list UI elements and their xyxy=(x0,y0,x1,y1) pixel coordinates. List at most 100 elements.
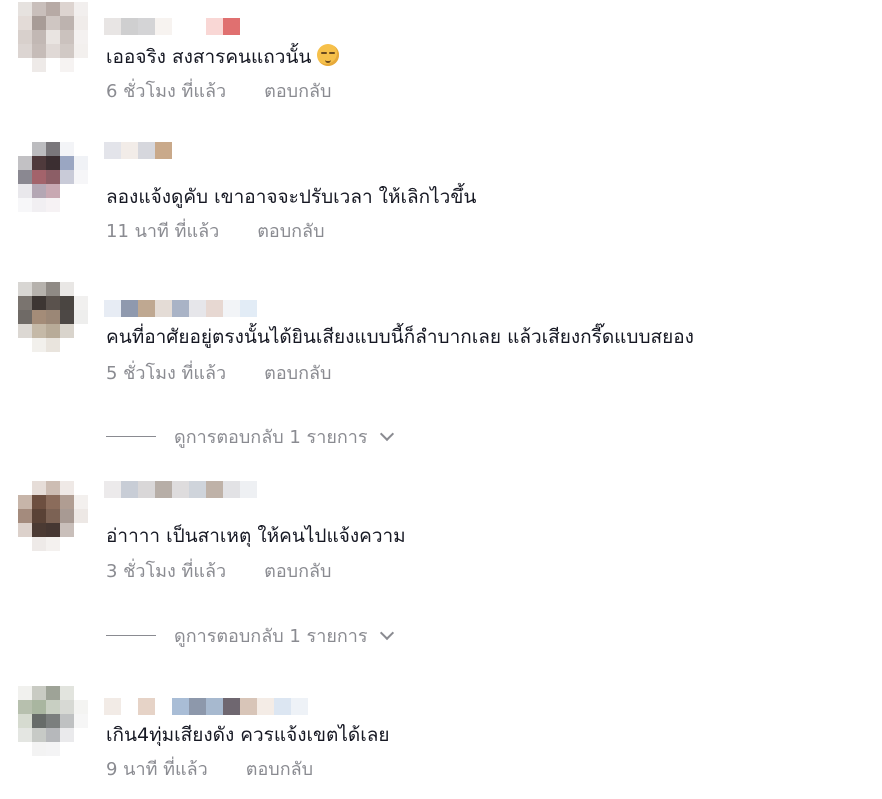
avatar-pixel xyxy=(18,170,32,184)
avatar-pixel xyxy=(74,728,88,742)
avatar-pixel xyxy=(46,296,60,310)
avatar-pixel xyxy=(18,58,32,72)
avatar-pixel xyxy=(46,58,60,72)
avatar-pixel xyxy=(32,30,46,44)
divider xyxy=(106,436,156,437)
avatar-pixel xyxy=(60,296,74,310)
avatar-pixel xyxy=(46,142,60,156)
avatar-pixel xyxy=(74,495,88,509)
avatar[interactable] xyxy=(18,481,88,551)
avatar-pixel xyxy=(46,728,60,742)
avatar-pixel xyxy=(18,142,32,156)
avatar-pixel xyxy=(60,310,74,324)
username-pixel xyxy=(240,300,257,317)
avatar[interactable] xyxy=(18,686,88,756)
avatar-pixel xyxy=(18,338,32,352)
avatar-pixel xyxy=(18,16,32,30)
avatar-pixel xyxy=(32,282,46,296)
username-pixel xyxy=(189,300,206,317)
username-pixel xyxy=(121,18,138,35)
username-pixel xyxy=(138,142,155,159)
avatar-pixel xyxy=(46,523,60,537)
avatar-pixel xyxy=(18,700,32,714)
avatar-pixel xyxy=(74,714,88,728)
username-pixel xyxy=(121,300,138,317)
avatar-pixel xyxy=(46,44,60,58)
avatar-pixel xyxy=(60,198,74,212)
avatar-pixel xyxy=(32,686,46,700)
avatar-pixel xyxy=(60,537,74,551)
avatar-pixel xyxy=(32,184,46,198)
avatar-pixel xyxy=(32,523,46,537)
avatar-pixel xyxy=(74,142,88,156)
username[interactable] xyxy=(104,142,172,159)
avatar-pixel xyxy=(18,742,32,756)
avatar-pixel xyxy=(46,310,60,324)
avatar-pixel xyxy=(46,184,60,198)
avatar-pixel xyxy=(60,156,74,170)
username-pixel xyxy=(138,698,155,715)
username-pixel xyxy=(223,18,240,35)
username-pixel xyxy=(206,698,223,715)
avatar[interactable] xyxy=(18,2,88,72)
avatar-pixel xyxy=(74,310,88,324)
avatar-pixel xyxy=(60,338,74,352)
avatar-pixel xyxy=(60,324,74,338)
avatar-pixel xyxy=(60,170,74,184)
avatar-pixel xyxy=(32,537,46,551)
username-pixel xyxy=(189,18,206,35)
username-pixel xyxy=(223,698,240,715)
comment-meta: 5 ชั่วโมง ที่แล้ว ตอบกลับ xyxy=(106,362,331,386)
avatar-pixel xyxy=(18,156,32,170)
username[interactable] xyxy=(104,698,308,715)
avatar-pixel xyxy=(32,44,46,58)
username-pixel xyxy=(104,142,121,159)
avatar-pixel xyxy=(60,44,74,58)
avatar-pixel xyxy=(60,700,74,714)
reply-button[interactable]: ตอบกลับ xyxy=(264,560,331,584)
avatar-pixel xyxy=(32,58,46,72)
username[interactable] xyxy=(104,300,257,317)
view-replies-button[interactable]: ดูการตอบกลับ 1 รายการ xyxy=(106,621,394,650)
avatar-pixel xyxy=(46,537,60,551)
username[interactable] xyxy=(104,481,257,498)
avatar-pixel xyxy=(18,310,32,324)
username[interactable] xyxy=(104,18,240,35)
avatar-pixel xyxy=(60,58,74,72)
reply-button[interactable]: ตอบกลับ xyxy=(264,80,331,104)
timestamp: 5 ชั่วโมง ที่แล้ว xyxy=(106,363,227,384)
username-pixel xyxy=(223,481,240,498)
avatar-pixel xyxy=(46,714,60,728)
avatar-pixel xyxy=(74,282,88,296)
avatar-pixel xyxy=(46,324,60,338)
avatar-pixel xyxy=(60,282,74,296)
username-pixel xyxy=(155,300,172,317)
username-pixel xyxy=(206,481,223,498)
avatar-pixel xyxy=(18,686,32,700)
avatar-pixel xyxy=(46,509,60,523)
avatar-pixel xyxy=(46,282,60,296)
avatar-pixel xyxy=(46,16,60,30)
comment-text: ลองแจ้งดูคับ เขาอาจจะปรับเวลา ให้เลิกไวข… xyxy=(106,186,477,208)
avatar-pixel xyxy=(32,338,46,352)
avatar-pixel xyxy=(46,170,60,184)
avatar-pixel xyxy=(46,686,60,700)
avatar-pixel xyxy=(74,156,88,170)
username-pixel xyxy=(121,481,138,498)
reply-button[interactable]: ตอบกลับ xyxy=(257,220,324,244)
relieved-face-emoji-icon xyxy=(317,44,340,66)
avatar[interactable] xyxy=(18,142,88,212)
avatar-pixel xyxy=(32,324,46,338)
view-replies-button[interactable]: ดูการตอบกลับ 1 รายการ xyxy=(106,422,394,451)
avatar[interactable] xyxy=(18,282,88,352)
reply-button[interactable]: ตอบกลับ xyxy=(264,362,331,386)
reply-button[interactable]: ตอบกลับ xyxy=(246,758,313,782)
avatar-pixel xyxy=(18,198,32,212)
avatar-pixel xyxy=(46,2,60,16)
avatar-pixel xyxy=(74,198,88,212)
avatar-pixel xyxy=(74,16,88,30)
avatar-pixel xyxy=(32,481,46,495)
username-pixel xyxy=(172,300,189,317)
comment-meta: 11 นาที ที่แล้ว ตอบกลับ xyxy=(106,220,325,244)
username-pixel xyxy=(172,481,189,498)
